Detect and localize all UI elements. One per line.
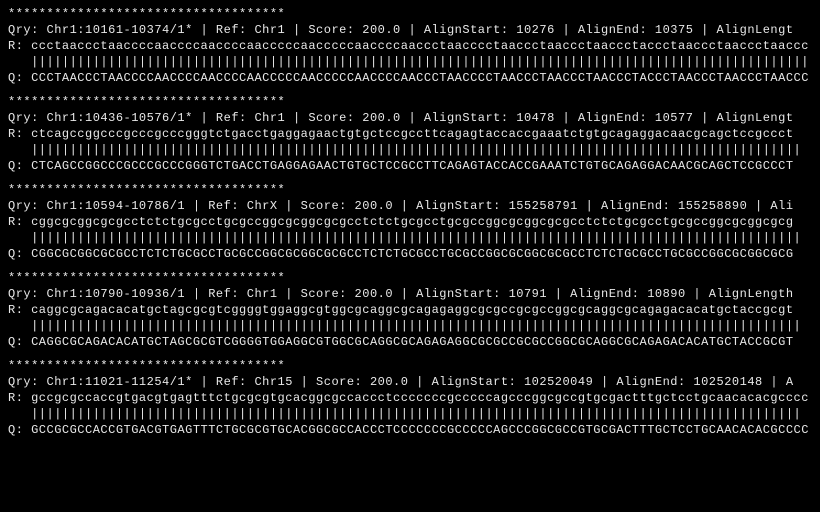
reference-sequence: R: ccctaaccctaaccccaaccccaaccccaacccccaa… [8, 38, 812, 54]
query-sequence: Q: CAGGCGCAGACACATGCTAGCGCGTCGGGGTGGAGGC… [8, 334, 812, 350]
query-sequence: Q: CCCTAACCCTAACCCCAACCCCAACCCCAACCCCCAA… [8, 70, 812, 86]
reference-sequence: R: gccgcgccaccgtgacgtgagtttctgcgcgtgcacg… [8, 390, 812, 406]
match-line: ||||||||||||||||||||||||||||||||||||||||… [8, 318, 812, 334]
separator-line: ************************************ [8, 182, 812, 198]
alignment-header: Qry: Chr1:10436-10576/1* | Ref: Chr1 | S… [8, 110, 812, 126]
alignment-block: ************************************ Qry… [8, 358, 812, 438]
separator-line: ************************************ [8, 6, 812, 22]
separator-line: ************************************ [8, 94, 812, 110]
query-sequence: Q: GCCGCGCCACCGTGACGTGAGTTTCTGCGCGTGCACG… [8, 422, 812, 438]
match-line: ||||||||||||||||||||||||||||||||||||||||… [8, 142, 812, 158]
match-line: ||||||||||||||||||||||||||||||||||||||||… [8, 54, 812, 70]
separator-line: ************************************ [8, 270, 812, 286]
alignment-block: ************************************ Qry… [8, 94, 812, 174]
alignment-block: ************************************ Qry… [8, 182, 812, 262]
separator-line: ************************************ [8, 358, 812, 374]
match-line: ||||||||||||||||||||||||||||||||||||||||… [8, 406, 812, 422]
query-sequence: Q: CGGCGCGGCGCGCCTCTCTGCGCCTGCGCCGGCGCGG… [8, 246, 812, 262]
alignment-header: Qry: Chr1:11021-11254/1* | Ref: Chr15 | … [8, 374, 812, 390]
query-sequence: Q: CTCAGCCGGCCCGCCCGCCCGGGTCTGACCTGAGGAG… [8, 158, 812, 174]
alignment-block: ************************************ Qry… [8, 270, 812, 350]
match-line: ||||||||||||||||||||||||||||||||||||||||… [8, 230, 812, 246]
reference-sequence: R: ctcagccggcccgcccgcccgggtctgacctgaggag… [8, 126, 812, 142]
reference-sequence: R: caggcgcagacacatgctagcgcgtcggggtggaggc… [8, 302, 812, 318]
terminal-output: ************************************ Qry… [0, 0, 820, 452]
alignment-header: Qry: Chr1:10594-10786/1 | Ref: ChrX | Sc… [8, 198, 812, 214]
alignment-header: Qry: Chr1:10790-10936/1 | Ref: Chr1 | Sc… [8, 286, 812, 302]
reference-sequence: R: cggcgcggcgcgcctctctgcgcctgcgccggcgcgg… [8, 214, 812, 230]
alignment-block: ************************************ Qry… [8, 6, 812, 86]
alignment-header: Qry: Chr1:10161-10374/1* | Ref: Chr1 | S… [8, 22, 812, 38]
